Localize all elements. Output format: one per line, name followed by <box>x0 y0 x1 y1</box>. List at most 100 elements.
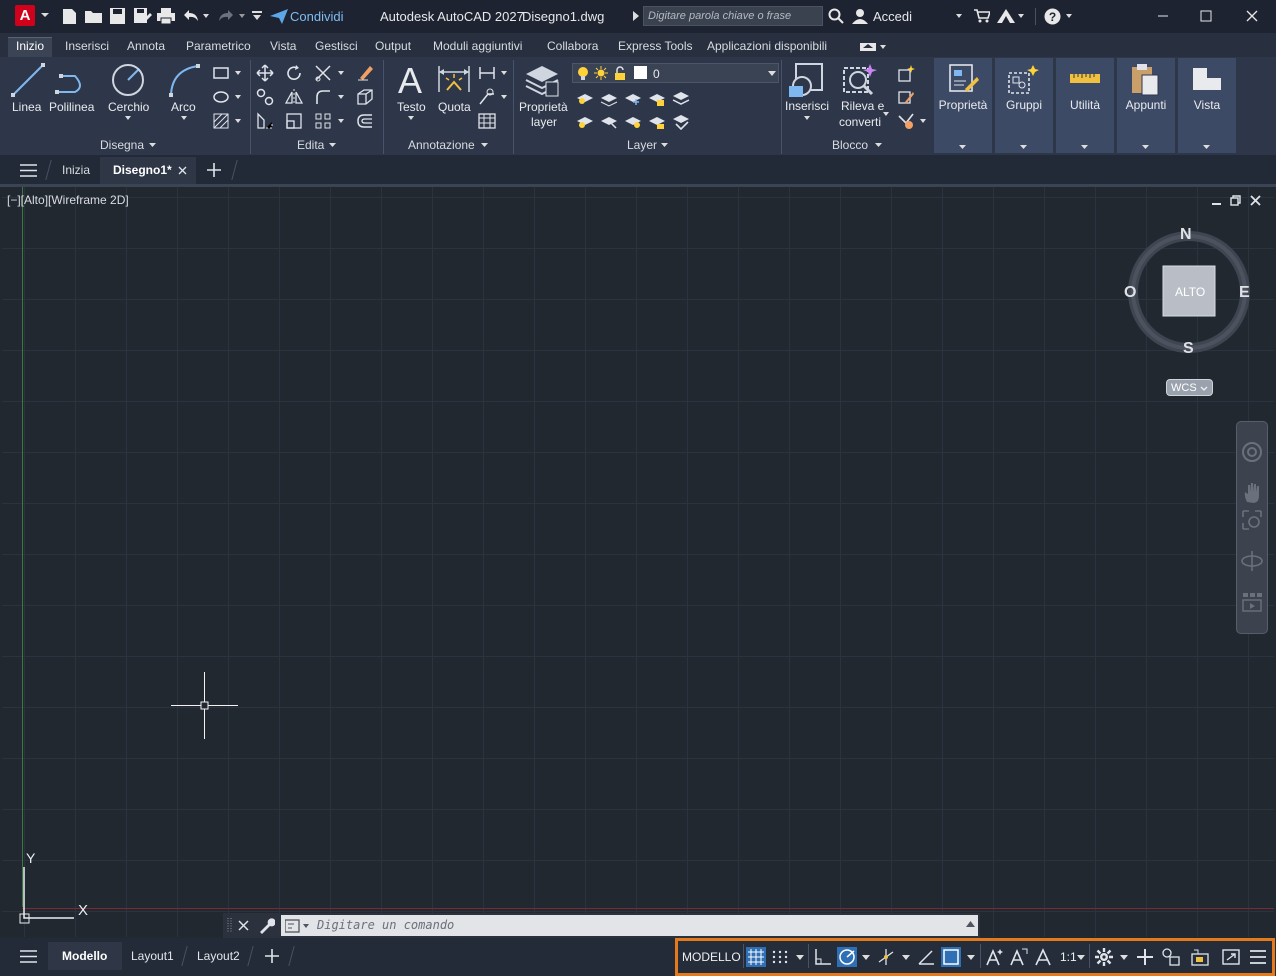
app-logo[interactable]: A <box>15 5 35 26</box>
scale-icon[interactable] <box>285 112 303 130</box>
file-tab-inizia[interactable]: Inizia <box>62 163 90 177</box>
layer-panel-title[interactable]: Layer <box>627 138 657 152</box>
zoom-extents-icon[interactable] <box>1241 509 1263 531</box>
help-dropdown-chevron-icon[interactable] <box>1066 14 1072 18</box>
object-snap-icon[interactable] <box>941 947 961 967</box>
layer-make-current-icon[interactable] <box>672 89 690 107</box>
command-history-expand-icon[interactable] <box>966 921 975 927</box>
text-dropdown-chevron-icon[interactable] <box>408 116 414 120</box>
line-button[interactable]: Linea <box>12 100 41 114</box>
dimension-icon[interactable] <box>437 62 471 98</box>
new-file-icon[interactable] <box>60 7 80 25</box>
fillet-icon[interactable] <box>314 88 332 106</box>
ribbon-tab-applicazioni-disponibili[interactable]: Applicazioni disponibili <box>707 39 827 53</box>
layer-thaw-all-icon[interactable] <box>624 112 642 130</box>
showmotion-icon[interactable] <box>1241 591 1263 613</box>
grid-display-icon[interactable] <box>746 947 766 967</box>
text-button[interactable]: Testo <box>397 100 426 114</box>
ribbon-tab-output[interactable]: Output <box>375 39 411 53</box>
hamburger-menu-icon[interactable] <box>20 164 37 177</box>
compass-north[interactable]: N <box>1180 226 1192 244</box>
linear-dimension-icon[interactable] <box>478 64 496 82</box>
layer-unlock-all-icon[interactable] <box>648 112 666 130</box>
table-icon[interactable] <box>478 112 496 130</box>
edit-block-icon[interactable] <box>897 88 915 106</box>
command-line-customize-wrench-icon[interactable] <box>258 917 275 934</box>
detect-convert-button-line2[interactable]: converti <box>839 115 881 129</box>
layout-tab-modello[interactable]: Modello <box>62 949 107 963</box>
array-dropdown-chevron-icon[interactable] <box>338 119 344 123</box>
save-as-icon[interactable] <box>132 7 152 25</box>
annotation-visibility-icon[interactable] <box>985 947 1005 967</box>
new-tab-plus-icon[interactable] <box>206 162 222 178</box>
insert-block-dropdown-chevron-icon[interactable] <box>804 116 810 120</box>
print-icon[interactable] <box>156 7 176 25</box>
ribbon-tab-inserisci[interactable]: Inserisci <box>65 39 109 53</box>
viewport-restore-icon[interactable] <box>1230 195 1241 206</box>
command-recent-icon[interactable] <box>285 919 311 933</box>
cart-icon[interactable] <box>974 9 990 23</box>
orbit-icon[interactable] <box>1241 549 1263 573</box>
viewport-close-icon[interactable] <box>1250 195 1261 206</box>
file-tab-close-icon[interactable] <box>178 166 187 175</box>
redo-icon[interactable] <box>216 7 236 25</box>
wcs-dropdown-icon[interactable] <box>1199 382 1210 393</box>
create-block-icon[interactable] <box>897 64 915 82</box>
hatch-dropdown-chevron-icon[interactable] <box>235 119 241 123</box>
fillet-dropdown-chevron-icon[interactable] <box>338 95 344 99</box>
rectangle-dropdown-chevron-icon[interactable] <box>235 71 241 75</box>
model-space-button[interactable]: MODELLO <box>682 950 741 964</box>
layer-thaw-sun-icon[interactable] <box>594 66 608 80</box>
arc-icon[interactable] <box>166 62 202 98</box>
ribbon-display-toggle-icon[interactable] <box>860 42 886 52</box>
circle-icon[interactable] <box>110 62 146 98</box>
workspace-dropdown-chevron-icon[interactable] <box>1120 955 1128 960</box>
trim-icon[interactable] <box>314 64 332 82</box>
maximize-icon[interactable] <box>1198 8 1214 24</box>
snap-dropdown-chevron-icon[interactable] <box>796 955 804 960</box>
rotate-icon[interactable] <box>285 64 303 82</box>
signin-button[interactable]: Accedi <box>873 9 912 24</box>
layer-panel-expand-icon[interactable] <box>661 143 668 147</box>
pan-hand-icon[interactable] <box>1242 482 1262 504</box>
redo-dropdown-chevron-icon[interactable] <box>239 14 245 18</box>
insert-block-icon[interactable] <box>788 62 824 98</box>
layer-dropdown-chevron-icon[interactable] <box>768 71 776 76</box>
file-tab-disegno1[interactable]: Disegno1* <box>113 163 172 177</box>
3d-box-icon[interactable] <box>356 88 374 106</box>
new-layout-plus-icon[interactable] <box>264 948 280 964</box>
object-snap-tracking-icon[interactable] <box>917 947 937 967</box>
block-panel-expand-icon[interactable] <box>875 143 882 147</box>
object-snap-dropdown-chevron-icon[interactable] <box>967 955 975 960</box>
layer-off-icon[interactable] <box>576 89 594 107</box>
layer-properties-button-line1[interactable]: Proprietà <box>519 100 568 114</box>
ellipse-icon[interactable] <box>212 88 230 106</box>
annotation-panel-expand-icon[interactable] <box>481 143 488 147</box>
layer-isolate-icon[interactable] <box>600 89 618 107</box>
ribbon-tab-collabora[interactable]: Collabora <box>547 39 598 53</box>
layer-freeze-icon[interactable] <box>624 89 642 107</box>
viewcube-top-face[interactable]: ALTO <box>1175 285 1205 299</box>
annotation-scale-value[interactable]: 1:1 <box>1060 950 1077 964</box>
search-input[interactable]: Digitare parola chiave o frase <box>643 6 823 26</box>
text-icon[interactable]: A <box>394 62 426 98</box>
clipboard-panel[interactable]: Appunti <box>1117 58 1175 153</box>
hatch-icon[interactable] <box>212 112 230 130</box>
steering-wheel-icon[interactable] <box>1241 441 1263 463</box>
detect-convert-button-line1[interactable]: Rileva e <box>841 99 884 113</box>
circle-button[interactable]: Cerchio <box>108 100 149 114</box>
command-input[interactable]: Digitare un comando <box>281 915 978 936</box>
trim-dropdown-chevron-icon[interactable] <box>338 71 344 75</box>
viewport-controls-label[interactable]: [−][Alto][Wireframe 2D] <box>7 193 129 207</box>
scale-dropdown-chevron-icon[interactable] <box>1077 955 1085 960</box>
share-icon[interactable] <box>269 7 289 25</box>
annotation-scale-icon[interactable] <box>1033 947 1053 967</box>
minimize-icon[interactable] <box>1155 8 1171 24</box>
view-panel[interactable]: Vista <box>1178 58 1236 153</box>
line-icon[interactable] <box>10 62 46 98</box>
insert-block-button[interactable]: Inserisci <box>785 99 829 113</box>
autodesk-app-icon[interactable] <box>997 8 1015 24</box>
compass-east[interactable]: E <box>1239 284 1250 302</box>
search-icon[interactable] <box>828 8 844 24</box>
groups-panel[interactable]: Gruppi <box>995 58 1053 153</box>
